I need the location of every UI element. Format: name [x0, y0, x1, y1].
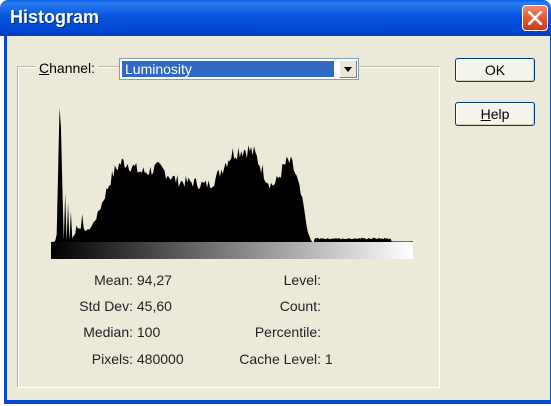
stat-cache-level-value: 1	[324, 351, 333, 367]
luminosity-gradient-bar	[51, 242, 413, 259]
channel-label: Channel:	[36, 59, 99, 77]
help-accelerator: H	[480, 106, 491, 122]
histogram-dialog: Histogram Channel: Luminosity Mean: 94,2…	[0, 0, 551, 406]
stat-level-label: Level:	[283, 272, 321, 288]
histogram-chart[interactable]	[51, 98, 413, 242]
stat-cache-level: Cache Level: 1	[225, 351, 333, 367]
channel-label-accelerator: C	[39, 60, 50, 76]
histogram-area	[51, 107, 413, 242]
stat-mean: Mean: 94,27	[45, 272, 172, 288]
stat-mean-label: Mean:	[94, 272, 133, 288]
stat-std-dev-value: 45,60	[136, 298, 172, 314]
stat-std-dev-label: Std Dev:	[79, 298, 133, 314]
close-button[interactable]	[522, 5, 548, 31]
title-bar[interactable]: Histogram	[0, 0, 551, 36]
help-label-text: elp	[490, 106, 510, 122]
stat-cache-level-label: Cache Level:	[239, 351, 321, 367]
stat-count-label: Count:	[279, 298, 321, 314]
stat-pixels: Pixels: 480000	[45, 351, 184, 367]
stat-mean-value: 94,27	[136, 272, 172, 288]
help-button[interactable]: Help	[455, 102, 535, 126]
stat-std-dev: Std Dev: 45,60	[45, 298, 172, 314]
stat-median: Median: 100	[45, 324, 160, 340]
window-title: Histogram	[10, 7, 100, 27]
stat-level: Level:	[225, 272, 321, 288]
stat-percentile: Percentile:	[225, 324, 321, 340]
channel-dropdown-button[interactable]	[339, 60, 357, 78]
channel-label-text: hannel:	[49, 60, 96, 76]
stat-pixels-label: Pixels:	[91, 351, 133, 367]
stat-percentile-label: Percentile:	[254, 324, 321, 340]
dialog-body: Channel: Luminosity Mean: 94,27 Std Dev:…	[4, 36, 551, 404]
stat-median-label: Median:	[83, 324, 133, 340]
chevron-down-icon	[344, 67, 352, 72]
stat-median-value: 100	[136, 324, 161, 340]
channel-select[interactable]: Luminosity	[119, 58, 359, 80]
stat-count: Count:	[225, 298, 321, 314]
stat-pixels-value: 480000	[136, 351, 184, 367]
ok-button[interactable]: OK	[455, 58, 535, 82]
close-icon	[528, 11, 542, 25]
channel-select-value: Luminosity	[122, 61, 334, 77]
